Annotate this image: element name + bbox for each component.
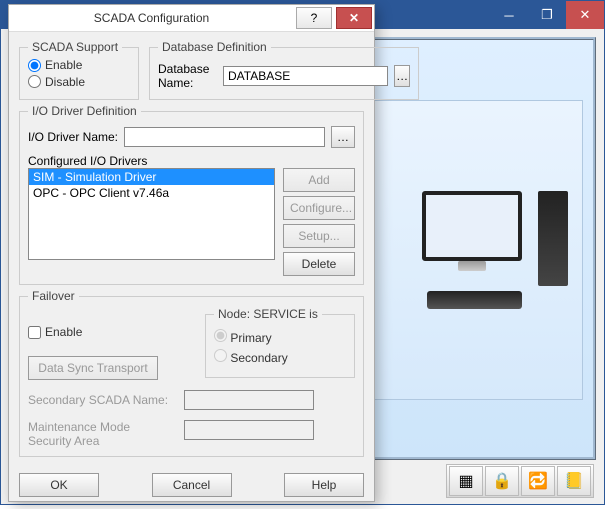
io-driver-name-label: I/O Driver Name: xyxy=(28,130,118,144)
scada-disable-radio-input[interactable] xyxy=(28,75,41,88)
maintenance-mode-label-1: Maintenance Mode xyxy=(28,420,178,434)
failover-enable-checkbox[interactable]: Enable xyxy=(28,325,82,339)
monitor-small xyxy=(422,191,522,261)
scada-support-legend: SCADA Support xyxy=(28,40,122,54)
data-sync-transport-button[interactable]: Data Sync Transport xyxy=(28,356,158,380)
node-primary-radio-input xyxy=(214,329,227,342)
failover-group: Failover Enable Data Sync Transport Node… xyxy=(19,289,364,457)
dialog-body: SCADA Support Enable Disable Database De… xyxy=(9,32,374,465)
dialog-title: SCADA Configuration xyxy=(9,11,294,25)
driver-list-item[interactable]: OPC - OPC Client v7.46a xyxy=(29,185,274,201)
keyboard xyxy=(427,291,522,309)
database-name-label: Database Name: xyxy=(158,62,217,90)
maintenance-mode-input xyxy=(184,420,314,440)
dialog-close-button[interactable]: ✕ xyxy=(336,7,372,29)
toolbar-refresh-icon[interactable]: 🔁 xyxy=(521,466,555,496)
secondary-scada-name-label: Secondary SCADA Name: xyxy=(28,393,178,407)
configured-drivers-label: Configured I/O Drivers xyxy=(28,154,355,168)
secondary-scada-name-input xyxy=(184,390,314,410)
toolbar-lock-icon[interactable]: 🔒 xyxy=(485,466,519,496)
dialog-help-button[interactable]: ? xyxy=(296,7,332,29)
scada-enable-radio-input[interactable] xyxy=(28,59,41,72)
dialog-titlebar: SCADA Configuration ? ✕ xyxy=(9,5,374,32)
maintenance-mode-label-2: Security Area xyxy=(28,434,178,448)
node-primary-label: Primary xyxy=(230,331,271,345)
parent-restore-button[interactable]: ❐ xyxy=(528,1,566,29)
ok-button[interactable]: OK xyxy=(19,473,99,497)
io-driver-browse-button[interactable]: … xyxy=(331,126,355,148)
node-primary-radio: Primary xyxy=(214,329,346,345)
help-button[interactable]: Help xyxy=(284,473,364,497)
node-secondary-radio: Secondary xyxy=(214,349,346,365)
configured-drivers-listbox[interactable]: SIM - Simulation DriverOPC - OPC Client … xyxy=(28,168,275,260)
node-secondary-label: Secondary xyxy=(230,351,287,365)
scada-enable-radio[interactable]: Enable xyxy=(28,58,82,72)
node-role-group: Node: SERVICE is Primary Secondary xyxy=(205,307,355,378)
toolbar-grid-icon[interactable]: ▦ xyxy=(449,466,483,496)
io-driver-name-input[interactable] xyxy=(124,127,325,147)
io-driver-group: I/O Driver Definition I/O Driver Name: …… xyxy=(19,104,364,285)
database-definition-legend: Database Definition xyxy=(158,40,271,54)
add-driver-button[interactable]: Add xyxy=(283,168,355,192)
parent-toolbar: ▦ 🔒 🔁 📒 xyxy=(446,464,594,498)
parent-minimize-button[interactable]: ─ xyxy=(490,1,528,29)
scada-config-dialog: SCADA Configuration ? ✕ SCADA Support En… xyxy=(8,4,375,502)
failover-enable-checkbox-input[interactable] xyxy=(28,326,41,339)
dialog-footer: OK Cancel Help xyxy=(9,465,374,507)
toolbar-alarm-icon[interactable]: 📒 xyxy=(557,466,591,496)
delete-driver-button[interactable]: Delete xyxy=(283,252,355,276)
cancel-button[interactable]: Cancel xyxy=(152,473,232,497)
failover-enable-label: Enable xyxy=(45,325,82,339)
node-role-legend: Node: SERVICE is xyxy=(214,307,322,321)
database-definition-group: Database Definition Database Name: … xyxy=(149,40,419,100)
io-driver-legend: I/O Driver Definition xyxy=(28,104,141,118)
driver-list-item[interactable]: SIM - Simulation Driver xyxy=(29,169,274,185)
setup-driver-button[interactable]: Setup... xyxy=(283,224,355,248)
pc-tower xyxy=(538,191,568,286)
failover-legend: Failover xyxy=(28,289,79,303)
parent-close-button[interactable]: ✕ xyxy=(566,1,604,29)
scada-disable-radio[interactable]: Disable xyxy=(28,75,85,89)
configure-driver-button[interactable]: Configure... xyxy=(283,196,355,220)
database-browse-button[interactable]: … xyxy=(394,65,410,87)
scada-support-group: SCADA Support Enable Disable xyxy=(19,40,139,100)
database-name-input[interactable] xyxy=(223,66,388,86)
scada-enable-label: Enable xyxy=(45,58,82,72)
scada-disable-label: Disable xyxy=(45,75,85,89)
node-secondary-radio-input xyxy=(214,349,227,362)
